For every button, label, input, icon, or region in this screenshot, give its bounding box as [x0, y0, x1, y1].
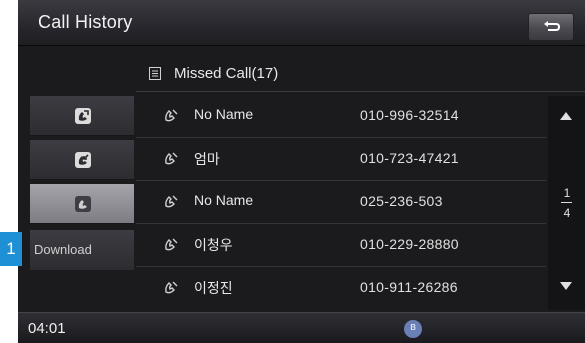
caller-name: No Name [194, 106, 254, 122]
missed-phone-icon [165, 109, 178, 122]
missed-call-icon [75, 196, 91, 212]
call-row[interactable]: 이청우 010-229-28880 [136, 224, 546, 267]
missed-call-label: Missed Call(17) [174, 65, 279, 82]
tab-missed-calls[interactable] [30, 184, 134, 224]
caller-name: 이정진 [194, 280, 233, 296]
caller-number: 010-996-32514 [360, 107, 459, 123]
caller-name: 엄마 [194, 151, 220, 167]
caller-number: 010-911-26286 [360, 279, 458, 295]
call-row[interactable]: 엄마 010-723-47421 [136, 138, 546, 181]
call-history-screen: Call History Missed Call(17) Download No… [18, 0, 585, 343]
scroll-up-button[interactable] [560, 112, 572, 120]
call-row[interactable]: 이정진 010-911-26286 [136, 267, 546, 310]
missed-call-header: Missed Call(17) [136, 56, 585, 92]
callout-marker: 1 [0, 232, 22, 266]
missed-phone-icon [165, 195, 178, 208]
page-divider [561, 202, 572, 203]
back-arrow-icon [544, 21, 561, 31]
scrollbar[interactable]: 1 4 [548, 96, 585, 310]
caller-name: No Name [194, 192, 254, 208]
call-row[interactable]: No Name 010-996-32514 [136, 95, 546, 138]
missed-phone-icon [165, 281, 178, 294]
page-total: 4 [563, 206, 571, 220]
page-current: 1 [563, 186, 571, 200]
download-button[interactable]: Download [30, 230, 134, 270]
download-label: Download [34, 242, 92, 257]
caller-name: 이청우 [194, 237, 233, 253]
call-type-sidebar: Download [30, 96, 134, 271]
caller-number: 025-236-503 [360, 193, 443, 209]
page-title: Call History [38, 12, 133, 32]
list-icon [149, 67, 161, 80]
caller-number: 010-229-28880 [360, 236, 459, 252]
scroll-down-button[interactable] [560, 282, 572, 290]
status-bar: 04:01 ʙ [18, 312, 585, 343]
dialed-call-icon [75, 108, 91, 124]
call-row[interactable]: No Name 025-236-503 [136, 181, 546, 224]
back-button[interactable] [528, 13, 574, 41]
bluetooth-phone-icon: ʙ [404, 320, 422, 338]
caller-number: 010-723-47421 [360, 150, 459, 166]
received-call-icon [75, 152, 91, 168]
header-bar: Call History [18, 0, 585, 46]
call-list: No Name 010-996-32514 엄마 010-723-47421 N… [136, 95, 546, 310]
missed-phone-icon [165, 238, 178, 251]
tab-dialed-calls[interactable] [30, 96, 134, 136]
missed-phone-icon [165, 152, 178, 165]
tab-received-calls[interactable] [30, 140, 134, 180]
clock: 04:01 [28, 320, 66, 337]
